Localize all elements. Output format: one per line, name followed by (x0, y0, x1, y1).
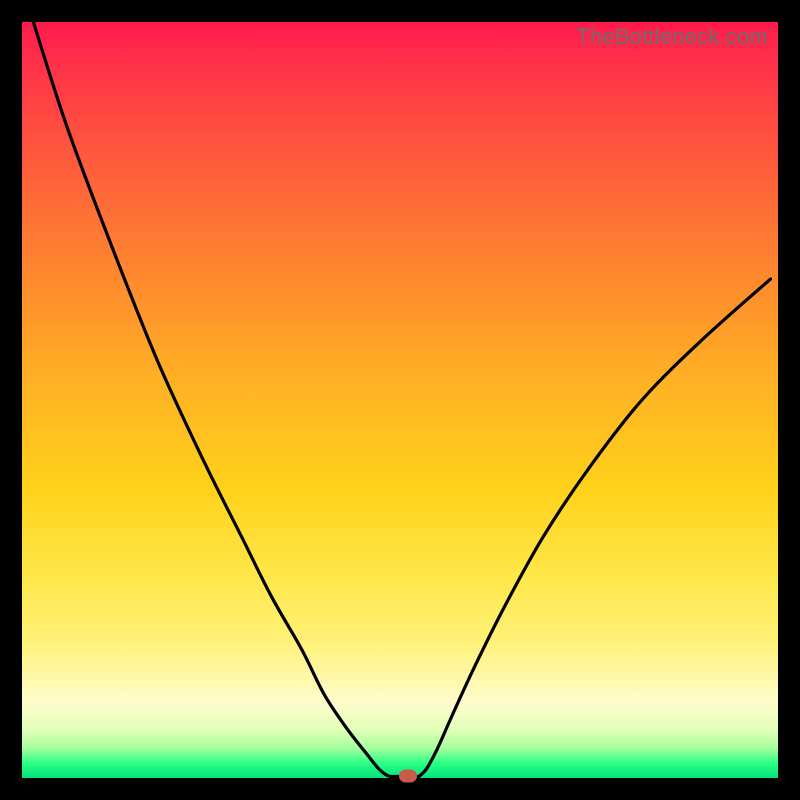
bottleneck-curve (22, 22, 778, 778)
curve-path (33, 22, 770, 776)
plot-area: TheBottleneck.com (22, 22, 778, 778)
chart-frame: TheBottleneck.com (0, 0, 800, 800)
optimal-marker (399, 770, 417, 783)
